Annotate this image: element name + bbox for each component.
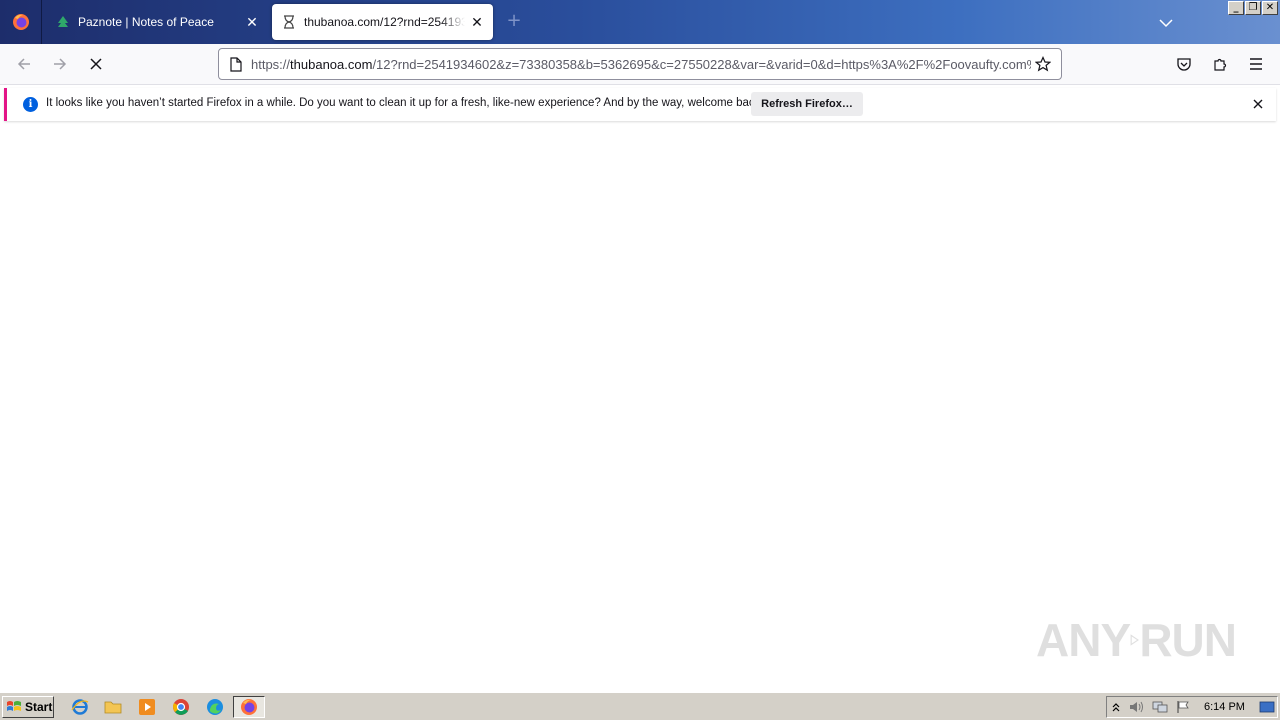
url-bar[interactable]: https://thubanoa.com/12?rnd=2541934602&z… — [218, 48, 1062, 80]
url-text[interactable]: https://thubanoa.com/12?rnd=2541934602&z… — [251, 57, 1031, 72]
new-tab-icon[interactable]: + — [504, 11, 524, 31]
list-all-tabs-icon[interactable] — [1156, 13, 1176, 33]
navigation-toolbar: https://thubanoa.com/12?rnd=2541934602&z… — [0, 44, 1280, 85]
info-icon: i — [23, 97, 38, 112]
page-icon[interactable] — [227, 56, 245, 72]
network-icon[interactable] — [1152, 699, 1168, 715]
puzzle-icon — [1214, 58, 1227, 71]
app-menu-button[interactable] — [1242, 52, 1270, 76]
anyrun-watermark: ANY RUN — [1036, 608, 1237, 672]
taskbar: Start 6:14 PM — [0, 692, 1280, 720]
restore-button[interactable]: ❐ — [1245, 1, 1261, 15]
pocket-icon — [1177, 58, 1191, 71]
tree-icon — [56, 15, 70, 29]
close-tab-icon[interactable]: ✕ — [240, 10, 264, 34]
minimize-button[interactable]: _ — [1228, 1, 1244, 15]
url-prefix: https:// — [251, 56, 291, 72]
firefox-view-button[interactable] — [0, 0, 42, 44]
url-path: /12?rnd=2541934602&z=73380358&b=5362695&… — [372, 56, 1031, 72]
edge-icon[interactable] — [205, 697, 225, 717]
volume-icon[interactable] — [1128, 699, 1144, 715]
play-logo-icon — [1130, 634, 1140, 646]
tab-title: thubanoa.com/12?rnd=2541934602&z=7338035… — [304, 15, 465, 29]
arrow-left-icon — [17, 58, 30, 70]
tray-expand-icon[interactable] — [1108, 699, 1124, 715]
pocket-button[interactable] — [1170, 52, 1198, 76]
notification-bar: i It looks like you haven’t started Fire… — [4, 88, 1276, 121]
firefox-icon[interactable] — [239, 697, 259, 717]
back-button[interactable] — [10, 52, 38, 76]
tab-bar: Paznote | Notes of Peace ✕ thubanoa.com/… — [0, 0, 1280, 44]
taskbar-clock[interactable]: 6:14 PM — [1204, 701, 1245, 713]
firefox-logo-icon — [12, 14, 29, 30]
watermark-text-left: ANY — [1036, 614, 1131, 666]
close-window-button[interactable]: ✕ — [1262, 1, 1278, 15]
arrow-right-icon — [54, 58, 67, 70]
refresh-firefox-button[interactable]: Refresh Firefox… — [751, 92, 863, 116]
tab-paznote[interactable]: Paznote | Notes of Peace ✕ — [44, 4, 268, 40]
tab-title: Paznote | Notes of Peace — [78, 15, 214, 29]
extensions-button[interactable] — [1206, 52, 1234, 76]
tab-thubanoa[interactable]: thubanoa.com/12?rnd=2541934602&z=7338035… — [272, 4, 493, 40]
hourglass-icon — [282, 15, 296, 29]
show-desktop-icon[interactable] — [1259, 699, 1275, 715]
stop-x-icon — [90, 58, 102, 70]
ie-icon[interactable] — [70, 697, 90, 717]
forward-button[interactable] — [46, 52, 74, 76]
start-button[interactable]: Start — [2, 696, 54, 718]
folder-icon[interactable] — [103, 697, 123, 717]
page-content — [0, 124, 1280, 692]
stop-button[interactable] — [82, 52, 110, 76]
url-host: thubanoa.com — [290, 56, 373, 72]
chrome-icon[interactable] — [171, 697, 191, 717]
media-player-icon[interactable] — [137, 697, 157, 717]
hamburger-menu-icon — [1250, 58, 1262, 70]
notification-message: It looks like you haven’t started Firefo… — [46, 97, 764, 109]
start-label: Start — [25, 700, 53, 714]
close-notification-icon[interactable] — [1250, 96, 1266, 112]
action-center-flag-icon[interactable] — [1176, 699, 1192, 715]
watermark-text-right: RUN — [1139, 614, 1237, 666]
close-tab-icon[interactable]: ✕ — [465, 10, 489, 34]
windows-flag-icon — [7, 701, 21, 711]
bookmark-star-icon[interactable] — [1031, 56, 1055, 72]
